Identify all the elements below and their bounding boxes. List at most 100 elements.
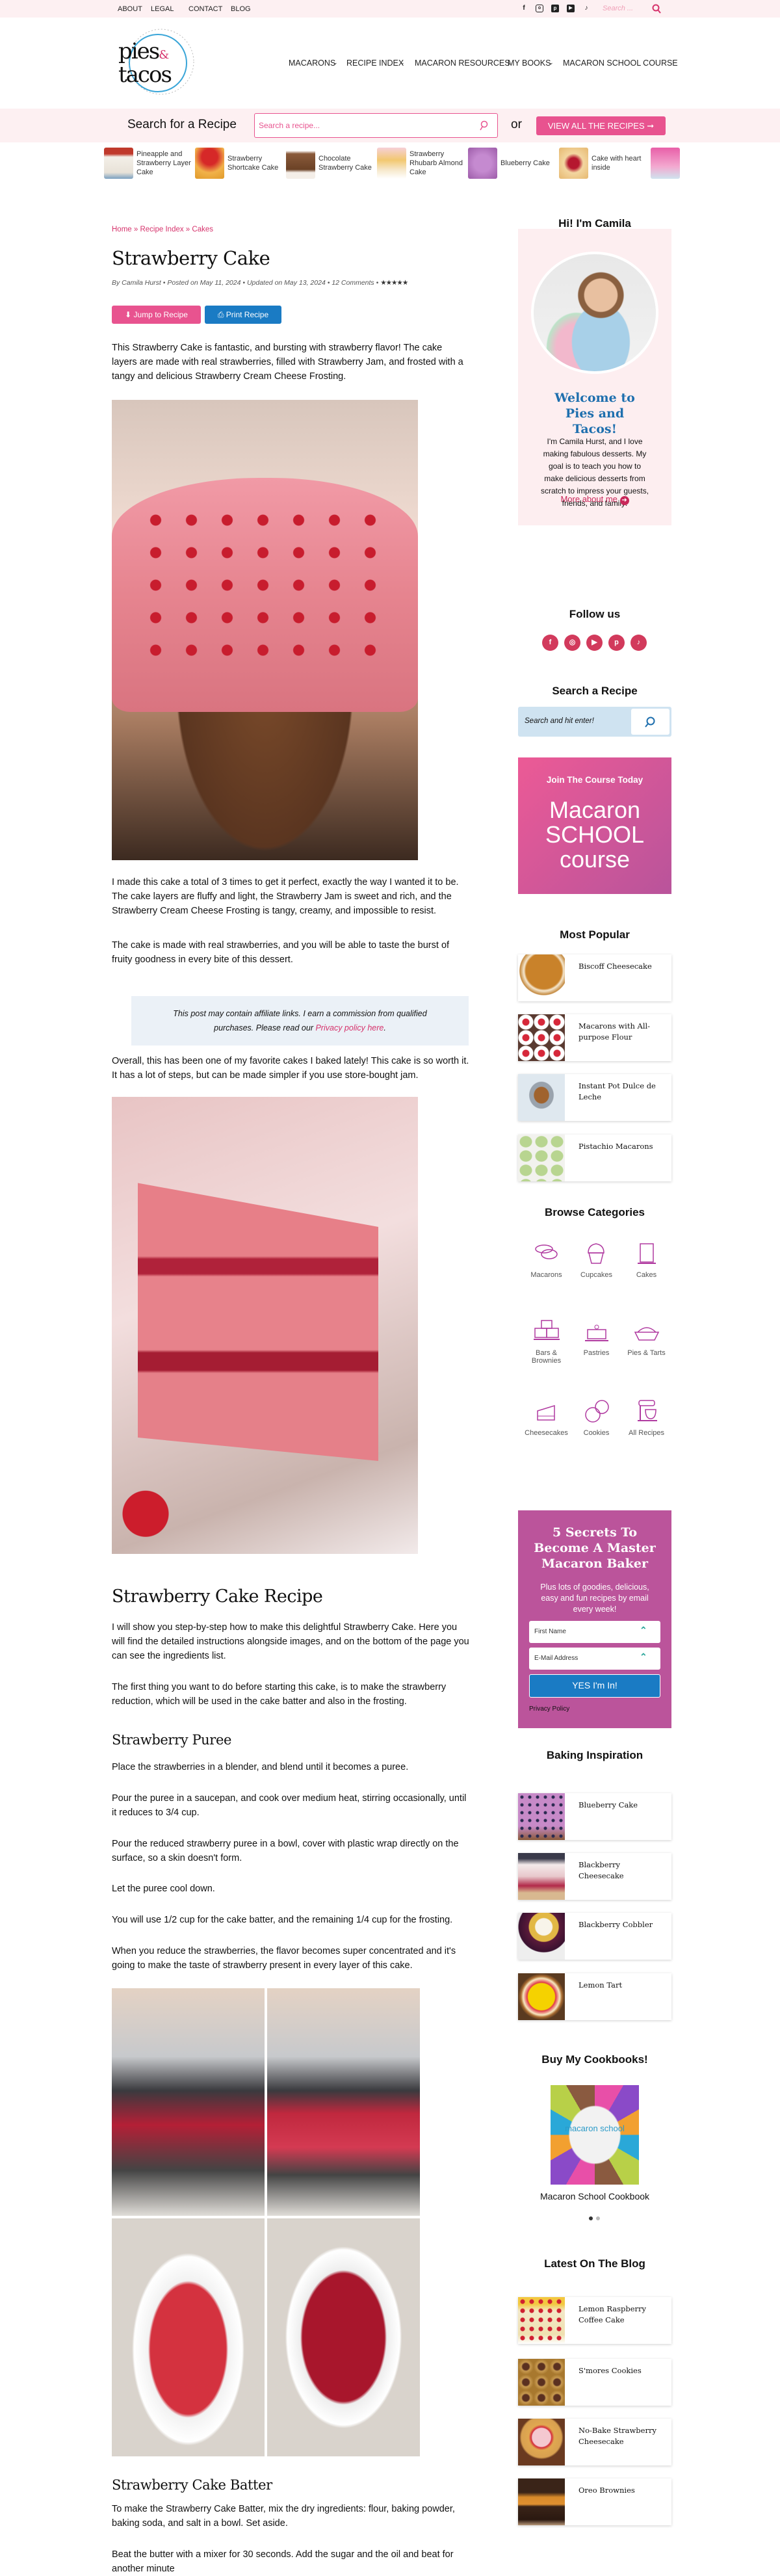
top-search-input[interactable]: Search ... [603, 5, 633, 12]
featured-recipe[interactable]: Cake with heart inside [559, 148, 650, 179]
popular-card[interactable]: Instant Pot Dulce de Leche [518, 1074, 671, 1121]
inspiration-card[interactable]: Blueberry Cake [518, 1793, 671, 1840]
cheesecake-icon [536, 1404, 555, 1421]
nav-contact[interactable]: Contact [188, 5, 222, 13]
popular-card[interactable]: Pistachio Macarons [518, 1135, 671, 1181]
newsletter-privacy-link[interactable]: Privacy Policy [529, 1705, 569, 1713]
facebook-icon[interactable]: f [520, 5, 528, 12]
category-label: Cookies [583, 1429, 610, 1437]
category-all-recipes[interactable]: All Recipes [622, 1397, 671, 1437]
breadcrumb-recipe-index[interactable]: Recipe Index [140, 226, 183, 233]
facebook-icon[interactable]: f [542, 635, 558, 651]
step-photo-blender-1 [112, 1988, 265, 2216]
email-input[interactable]: E-Mail Address ⌃ [529, 1648, 660, 1670]
pinterest-icon[interactable]: p [608, 635, 625, 651]
macaron-school-book-cover[interactable]: macaron school [551, 2085, 639, 2185]
featured-recipe[interactable]: Pineapple and Strawberry Layer Cake [104, 148, 195, 179]
more-label: More about me [560, 494, 618, 504]
popular-card[interactable]: Macarons with All-purpose Flour [518, 1014, 671, 1061]
nav-macaron-school-course[interactable]: MACARON SCHOOL COURSE [563, 59, 678, 68]
paragraph: The first thing you want to do before st… [112, 1682, 447, 1707]
tiktok-icon[interactable]: ♪ [582, 5, 590, 12]
view-all-label: VIEW ALL THE RECIPES [547, 121, 645, 131]
jump-to-recipe-button[interactable]: ⬇ Jump to Recipe [112, 306, 201, 324]
category-bars-brownies[interactable]: Bars & Brownies [522, 1317, 571, 1365]
category-cookies[interactable]: Cookies [572, 1397, 621, 1437]
nav-legal[interactable]: Legal [151, 5, 174, 13]
more-about-me-link[interactable]: More about me ➜ [518, 494, 671, 505]
category-cupcakes[interactable]: Cupcakes [572, 1239, 621, 1279]
paragraph: You will use 1/2 cup for the cake batter… [112, 1915, 453, 1925]
course-logo: Macaron SCHOOL course [545, 796, 645, 873]
inspiration-card[interactable]: Blackberry Cobbler [518, 1913, 671, 1960]
category-pastries[interactable]: Pastries [572, 1317, 621, 1357]
blog-card[interactable]: Oreo Brownies [518, 2478, 671, 2525]
card-title: Oreo Brownies [578, 2486, 635, 2495]
recipe-search-placeholder: Search a recipe... [259, 121, 320, 130]
paragraph: Beat the butter with a mixer for 30 seco… [112, 2549, 454, 2574]
privacy-policy-link[interactable]: Privacy policy here [315, 1023, 384, 1032]
nav-macarons[interactable]: MACARONS [289, 59, 335, 68]
sidebar-search-input[interactable]: Search and hit enter! [518, 707, 671, 737]
category-pies-tarts[interactable]: Pies & Tarts [622, 1317, 671, 1357]
sidebar-search-button[interactable] [631, 709, 670, 735]
nav-recipe-index[interactable]: RECIPE INDEX [346, 59, 404, 68]
recipe-title: Pineapple and Strawberry Layer Cake [136, 150, 191, 176]
card-thumbnail [518, 1014, 565, 1061]
author[interactable]: By Camila Hurst [112, 279, 161, 287]
tiktok-icon[interactable]: ♪ [630, 635, 647, 651]
inspiration-card[interactable]: Blackberry Cheesecake [518, 1853, 671, 1900]
featured-recipe[interactable]: Chocolate Strawberry Cake [286, 148, 377, 179]
breadcrumb-cakes[interactable]: Cakes [192, 226, 213, 233]
recipe-title: Blueberry Cake [500, 159, 550, 167]
card-thumbnail [518, 2478, 565, 2525]
category-cakes[interactable]: Cakes [622, 1239, 671, 1279]
site-logo[interactable]: pies& tacos [110, 27, 195, 99]
featured-recipe[interactable]: Blueberry Cake [468, 148, 559, 179]
pinterest-icon[interactable]: p [551, 5, 559, 12]
category-macarons[interactable]: Macarons [522, 1239, 571, 1279]
macarons-icon [534, 1244, 558, 1259]
page-title: Strawberry Cake [112, 247, 270, 269]
featured-recipe[interactable]: Strawberry Rhubarb Almond Cake [377, 148, 468, 179]
blog-card[interactable]: S'mores Cookies [518, 2359, 671, 2406]
instagram-icon[interactable]: o [536, 5, 543, 12]
recipe-search-input[interactable]: Search a recipe... [254, 113, 498, 138]
top-bar: About Legal Contact Blog f o p ▶ ♪ Searc… [0, 0, 780, 18]
print-recipe-button[interactable]: ⎙ Print Recipe [205, 306, 281, 324]
book-caption[interactable]: Macaron School Cookbook [518, 2191, 671, 2201]
subscribe-button[interactable]: YES I'm In! [529, 1674, 660, 1698]
posted-date: Posted on May 11, 2024 [167, 279, 241, 287]
instagram-icon[interactable]: ◎ [564, 635, 580, 651]
pie-icon [634, 1327, 659, 1341]
nav-macaron-resources[interactable]: MACARON RESOURCES [415, 59, 510, 68]
carousel-dot-active[interactable] [589, 2216, 593, 2220]
category-label: Cupcakes [580, 1271, 612, 1279]
paragraph: When you reduce the strawberries, the fl… [112, 1946, 456, 1971]
blog-card[interactable]: Lemon Raspberry Coffee Cake [518, 2297, 671, 2344]
featured-recipe[interactable] [651, 148, 680, 179]
arrow-down-icon: ⬇ [125, 310, 132, 319]
inspiration-card[interactable]: Lemon Tart [518, 1973, 671, 2020]
card-title: Blueberry Cake [578, 1800, 638, 1809]
comments-link[interactable]: 12 Comments [332, 279, 374, 287]
youtube-icon[interactable]: ▶ [586, 635, 603, 651]
first-name-input[interactable]: First Name ⌃ [529, 1621, 660, 1643]
category-cheesecakes[interactable]: Cheesecakes [522, 1397, 571, 1437]
popular-card[interactable]: Biscoff Cheesecake [518, 954, 671, 1001]
featured-recipe[interactable]: Strawberry Shortcake Cake [195, 148, 286, 179]
macaron-school-course-banner[interactable]: Join The Course Today Macaron SCHOOL cou… [518, 757, 671, 894]
recipe-title: Cake with heart inside [592, 155, 642, 172]
view-all-recipes-button[interactable]: VIEW ALL THE RECIPES ➞ [536, 116, 666, 135]
nav-about[interactable]: About [118, 5, 142, 13]
carousel-dot[interactable] [596, 2216, 600, 2220]
author-photo [531, 252, 658, 374]
search-icon[interactable] [479, 120, 488, 131]
breadcrumb-home[interactable]: Home [112, 226, 132, 233]
nav-my-books[interactable]: MY BOOKS [508, 59, 551, 68]
search-icon[interactable] [652, 4, 661, 14]
card-title: Lemon Tart [578, 1980, 623, 1990]
blog-card[interactable]: No-Bake Strawberry Cheesecake [518, 2419, 671, 2465]
nav-blog[interactable]: Blog [231, 5, 251, 13]
youtube-icon[interactable]: ▶ [567, 5, 575, 12]
